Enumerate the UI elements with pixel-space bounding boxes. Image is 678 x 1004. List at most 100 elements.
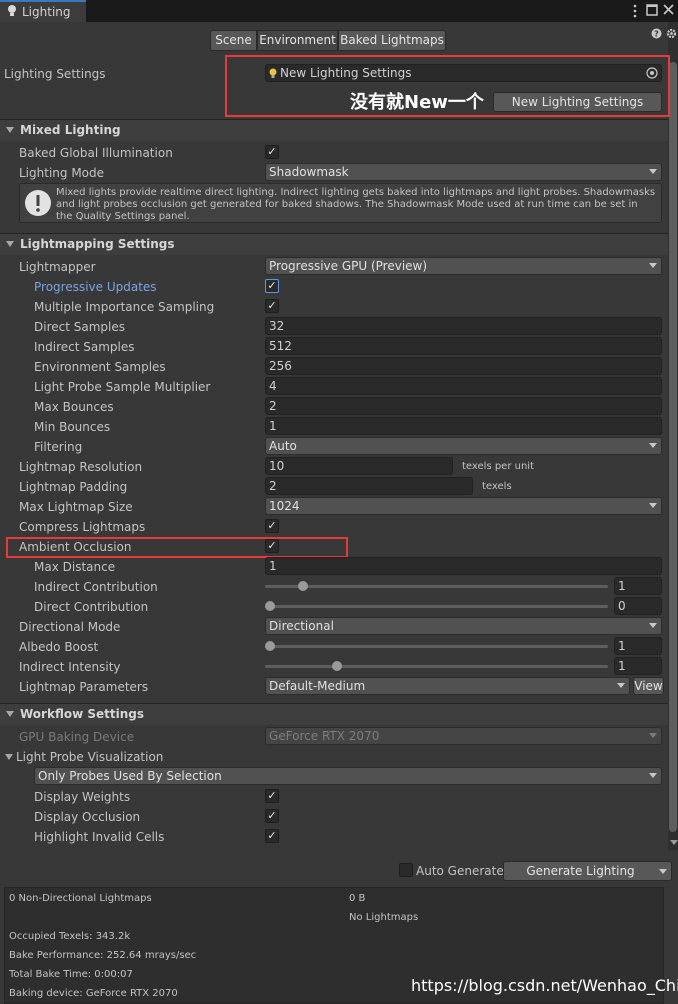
indirect-contribution-input[interactable]: 1 [614, 577, 662, 595]
probe-vis-foldout-icon[interactable] [5, 754, 13, 760]
help-icon[interactable]: ? [651, 28, 662, 39]
annotation-highlight-box [225, 55, 670, 117]
max-bounces-label: Max Bounces [34, 400, 114, 414]
max-size-label: Max Lightmap Size [19, 500, 133, 514]
display-weights-checkbox[interactable]: ✓ [265, 789, 279, 803]
gpu-device-label: GPU Baking Device [19, 730, 135, 744]
lighting-tab[interactable]: Lighting [0, 0, 86, 22]
chevron-down-icon [649, 263, 657, 268]
probe-vis-value: Only Probes Used By Selection [38, 769, 222, 783]
direct-contribution-slider-thumb[interactable] [265, 601, 275, 611]
generate-lighting-button[interactable]: Generate Lighting [503, 861, 672, 881]
filtering-value: Auto [269, 439, 297, 453]
lighting-mode-value: Shadowmask [269, 165, 349, 179]
indirect-intensity-slider-thumb[interactable] [331, 661, 342, 671]
display-occlusion-label: Display Occlusion [34, 810, 141, 824]
chevron-down-icon [649, 733, 657, 738]
tab-scene[interactable]: Scene [210, 30, 257, 51]
display-occlusion-checkbox[interactable]: ✓ [265, 809, 279, 823]
foldout-arrow-icon[interactable] [6, 711, 14, 717]
lightmapper-value: Progressive GPU (Preview) [269, 259, 428, 273]
direct-samples-input[interactable]: 32 [265, 317, 662, 335]
kebab-menu-icon[interactable] [632, 4, 638, 18]
lightmap-params-dropdown[interactable]: Default-Medium [265, 677, 630, 695]
indirect-intensity-label: Indirect Intensity [19, 660, 121, 674]
direct-contribution-slider-track[interactable] [265, 605, 608, 608]
tab-environment[interactable]: Environment [257, 30, 338, 51]
view-params-button[interactable]: View [633, 677, 664, 695]
auto-generate-label: Auto Generate [416, 864, 504, 878]
maximize-icon[interactable] [646, 4, 658, 16]
env-samples-input[interactable]: 256 [265, 357, 662, 375]
lightmap-params-value: Default-Medium [269, 679, 366, 693]
scrollbar-thumb[interactable] [669, 62, 677, 832]
min-bounces-input[interactable]: 1 [265, 417, 662, 435]
indirect-samples-label: Indirect Samples [34, 340, 135, 354]
directional-mode-dropdown[interactable]: Directional [265, 617, 662, 635]
max-distance-label: Max Distance [34, 560, 116, 574]
max-size-dropdown[interactable]: 1024 [265, 497, 662, 515]
chevron-down-icon[interactable] [659, 869, 667, 874]
section-title-mixed-lighting: Mixed Lighting [20, 123, 121, 137]
padding-label: Lightmap Padding [19, 480, 128, 494]
auto-generate-checkbox[interactable] [399, 863, 413, 877]
no-lightmaps-text: No Lightmaps [349, 912, 419, 923]
indirect-intensity-slider-track[interactable] [265, 665, 608, 668]
probe-multiplier-input[interactable]: 4 [265, 377, 662, 395]
warning-icon [25, 190, 51, 216]
compress-checkbox[interactable]: ✓ [265, 519, 279, 533]
baked-gi-checkbox[interactable]: ✓ [265, 145, 279, 159]
min-bounces-label: Min Bounces [34, 420, 111, 434]
filtering-label: Filtering [34, 440, 83, 454]
lighting-mode-label: Lighting Mode [19, 166, 105, 180]
section-title-lightmapping: Lightmapping Settings [20, 237, 175, 251]
albedo-boost-slider-track[interactable] [265, 645, 608, 648]
mixed-lighting-helpbox: Mixed lights provide realtime direct lig… [19, 183, 662, 223]
svg-text:?: ? [654, 30, 659, 39]
lighting-mode-dropdown[interactable]: Shadowmask [265, 163, 662, 181]
indirect-contribution-slider-track[interactable] [265, 585, 608, 588]
lightmaps-count: 0 Non-Directional Lightmaps [9, 893, 152, 904]
indirect-samples-input[interactable]: 512 [265, 337, 662, 355]
foldout-arrow-icon[interactable] [6, 127, 14, 133]
close-icon[interactable] [663, 4, 674, 15]
foldout-arrow-icon[interactable] [6, 241, 14, 247]
lightbulb-icon [8, 5, 16, 16]
display-weights-label: Display Weights [34, 790, 131, 804]
lighting-settings-label: Lighting Settings [4, 67, 106, 81]
progressive-updates-label: Progressive Updates [34, 280, 157, 294]
resolution-input[interactable]: 10 [265, 457, 453, 475]
chevron-down-icon [649, 443, 657, 448]
direct-contribution-input[interactable]: 0 [614, 597, 662, 615]
albedo-boost-label: Albedo Boost [19, 640, 99, 654]
max-size-value: 1024 [269, 499, 300, 513]
indirect-intensity-input[interactable]: 1 [614, 657, 662, 675]
filtering-dropdown[interactable]: Auto [265, 437, 662, 455]
gear-icon[interactable] [666, 28, 677, 39]
padding-input[interactable]: 2 [265, 477, 473, 495]
chevron-down-icon [649, 169, 657, 174]
window-tab-bar [0, 0, 678, 22]
occupied-texels: Occupied Texels: 343.2k [9, 931, 131, 942]
max-bounces-input[interactable]: 2 [265, 397, 662, 415]
tab-title: Lighting [22, 5, 71, 19]
highlight-invalid-checkbox[interactable]: ✓ [265, 829, 279, 843]
lightmapper-dropdown[interactable]: Progressive GPU (Preview) [265, 257, 662, 275]
total-bake-time: Total Bake Time: 0:00:07 [9, 969, 133, 980]
lightmaps-size: 0 B [349, 893, 366, 904]
ambient-occlusion-highlight-box [6, 537, 348, 558]
gpu-device-value: GeForce RTX 2070 [269, 729, 380, 743]
tab-baked-lightmaps[interactable]: Baked Lightmaps [338, 30, 446, 51]
directional-mode-label: Directional Mode [19, 620, 121, 634]
lightmap-params-label: Lightmap Parameters [19, 680, 149, 694]
max-distance-input[interactable]: 1 [265, 557, 662, 575]
highlight-invalid-label: Highlight Invalid Cells [34, 830, 165, 844]
compress-label: Compress Lightmaps [19, 520, 146, 534]
albedo-boost-slider-thumb[interactable] [265, 641, 275, 651]
scroll-down-icon[interactable] [670, 840, 678, 845]
direct-samples-label: Direct Samples [34, 320, 125, 334]
albedo-boost-input[interactable]: 1 [614, 637, 662, 655]
mis-checkbox[interactable]: ✓ [265, 299, 279, 313]
probe-vis-dropdown[interactable]: Only Probes Used By Selection [34, 767, 662, 785]
progressive-updates-checkbox[interactable]: ✓ [265, 279, 279, 293]
